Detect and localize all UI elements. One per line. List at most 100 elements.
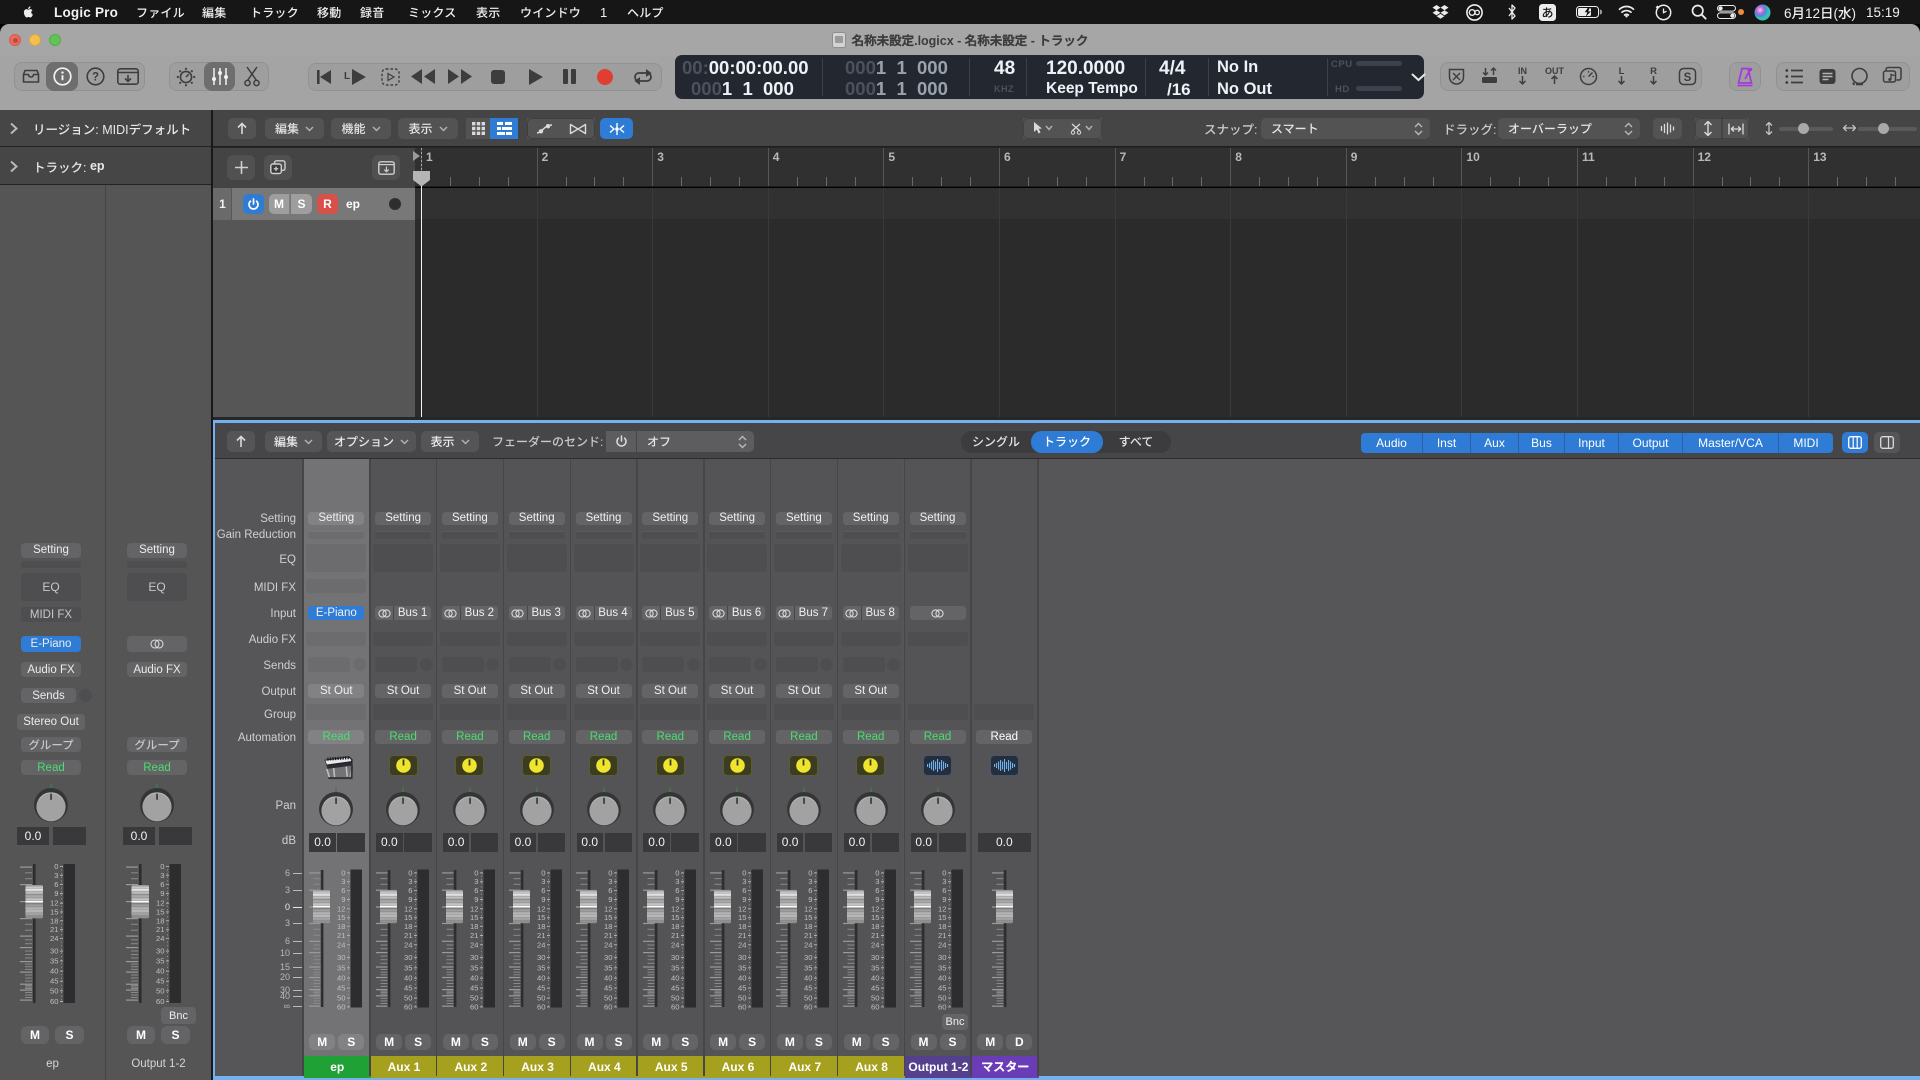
svg-text:45: 45: [50, 977, 58, 986]
svg-text:18: 18: [470, 922, 478, 931]
svg-text:0: 0: [875, 869, 879, 878]
svg-text:0: 0: [675, 869, 679, 878]
svg-text:50: 50: [938, 994, 946, 1003]
svg-text:45: 45: [156, 977, 164, 986]
svg-text:35: 35: [938, 963, 946, 972]
svg-text:30: 30: [938, 953, 946, 962]
svg-text:18: 18: [537, 922, 545, 931]
svg-text:30: 30: [50, 947, 58, 956]
svg-text:45: 45: [671, 984, 679, 993]
svg-text:L: L: [1619, 66, 1625, 77]
svg-text:60: 60: [604, 1002, 612, 1011]
svg-text:40: 40: [156, 967, 164, 976]
svg-text:50: 50: [604, 994, 612, 1003]
svg-text:6: 6: [408, 886, 412, 895]
svg-text:24: 24: [470, 940, 478, 949]
svg-text:40: 40: [337, 974, 345, 983]
svg-text:60: 60: [671, 1002, 679, 1011]
svg-text:30: 30: [604, 953, 612, 962]
svg-text:12: 12: [404, 904, 412, 913]
svg-text:24: 24: [671, 940, 679, 949]
svg-text:12: 12: [537, 904, 545, 913]
svg-text:35: 35: [671, 963, 679, 972]
svg-text:45: 45: [604, 984, 612, 993]
svg-text:35: 35: [604, 963, 612, 972]
svg-text:45: 45: [537, 984, 545, 993]
svg-text:18: 18: [871, 922, 879, 931]
svg-text:6: 6: [54, 880, 58, 889]
svg-text:21: 21: [938, 931, 946, 940]
svg-text:60: 60: [537, 1002, 545, 1011]
svg-text:6: 6: [341, 886, 345, 895]
svg-text:50: 50: [871, 994, 879, 1003]
svg-text:40: 40: [804, 974, 812, 983]
svg-text:24: 24: [804, 940, 812, 949]
svg-text:60: 60: [938, 1002, 946, 1011]
svg-text:30: 30: [337, 953, 345, 962]
svg-text:21: 21: [871, 931, 879, 940]
svg-text:S: S: [1684, 72, 1692, 84]
svg-text:35: 35: [804, 963, 812, 972]
svg-text:60: 60: [470, 1002, 478, 1011]
svg-text:3: 3: [875, 877, 879, 886]
svg-text:0: 0: [475, 869, 479, 878]
svg-text:9: 9: [160, 889, 164, 898]
svg-text:12: 12: [804, 904, 812, 913]
svg-text:0: 0: [942, 869, 946, 878]
svg-text:9: 9: [408, 895, 412, 904]
svg-text:9: 9: [341, 895, 345, 904]
svg-text:6: 6: [742, 886, 746, 895]
svg-text:9: 9: [675, 895, 679, 904]
svg-text:12: 12: [156, 899, 164, 908]
svg-text:50: 50: [156, 986, 164, 995]
svg-text:50: 50: [50, 986, 58, 995]
svg-text:12: 12: [470, 904, 478, 913]
svg-text:3: 3: [408, 877, 412, 886]
svg-text:3: 3: [341, 877, 345, 886]
svg-text:6: 6: [675, 886, 679, 895]
svg-text:60: 60: [804, 1002, 812, 1011]
svg-text:60: 60: [871, 1002, 879, 1011]
svg-text:21: 21: [671, 931, 679, 940]
svg-text:0: 0: [54, 862, 58, 871]
svg-text:40: 40: [50, 967, 58, 976]
svg-text:21: 21: [404, 931, 412, 940]
svg-text:21: 21: [537, 931, 545, 940]
svg-text:21: 21: [156, 925, 164, 934]
svg-text:15: 15: [50, 907, 58, 916]
svg-text:45: 45: [804, 984, 812, 993]
svg-text:60: 60: [738, 1002, 746, 1011]
svg-text:6: 6: [160, 880, 164, 889]
svg-text:0: 0: [408, 869, 412, 878]
svg-text:18: 18: [50, 916, 58, 925]
svg-text:24: 24: [404, 940, 412, 949]
svg-text:40: 40: [738, 974, 746, 983]
svg-text:35: 35: [738, 963, 746, 972]
svg-text:0: 0: [160, 862, 164, 871]
svg-text:40: 40: [871, 974, 879, 983]
svg-text:9: 9: [809, 895, 813, 904]
svg-text:30: 30: [470, 953, 478, 962]
svg-text:35: 35: [871, 963, 879, 972]
svg-text:24: 24: [938, 940, 946, 949]
svg-text:60: 60: [50, 997, 58, 1006]
svg-text:12: 12: [738, 904, 746, 913]
svg-text:18: 18: [337, 922, 345, 931]
svg-text:12: 12: [671, 904, 679, 913]
svg-text:30: 30: [738, 953, 746, 962]
svg-text:18: 18: [404, 922, 412, 931]
svg-text:6: 6: [608, 886, 612, 895]
svg-text:3: 3: [809, 877, 813, 886]
svg-text:9: 9: [475, 895, 479, 904]
svg-text:21: 21: [604, 931, 612, 940]
svg-text:21: 21: [50, 925, 58, 934]
svg-text:35: 35: [470, 963, 478, 972]
svg-text:18: 18: [804, 922, 812, 931]
svg-text:3: 3: [942, 877, 946, 886]
svg-text:18: 18: [671, 922, 679, 931]
svg-text:6: 6: [942, 886, 946, 895]
svg-text:35: 35: [50, 957, 58, 966]
svg-text:3: 3: [742, 877, 746, 886]
svg-text:21: 21: [337, 931, 345, 940]
svg-text:9: 9: [608, 895, 612, 904]
